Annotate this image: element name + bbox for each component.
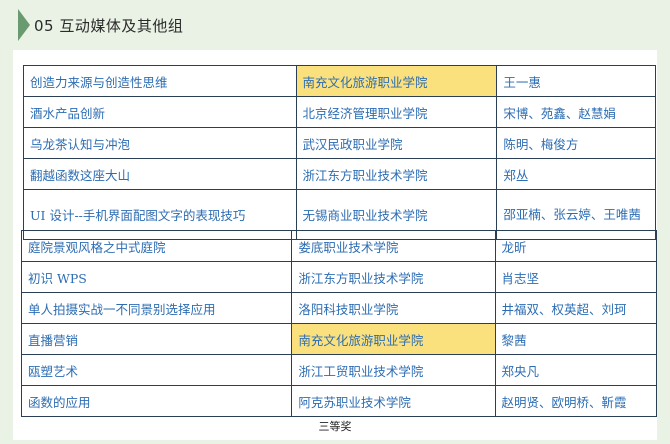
table-row: 翻越函数这座大山 浙江东方职业技术学院 郑丛 bbox=[23, 158, 656, 190]
section-header: 05 互动媒体及其他组 bbox=[18, 9, 184, 41]
authors-cell: 赵明贤、欧明桥、靳霞 bbox=[494, 385, 658, 417]
topic-cell: 庭院景观风格之中式庭院 bbox=[20, 230, 293, 262]
authors-cell: 龙昕 bbox=[494, 230, 658, 262]
school-cell: 北京经济管理职业学院 bbox=[295, 96, 498, 128]
school-cell: 南充文化旅游职业学院 bbox=[291, 323, 496, 355]
authors-cell: 井福双、权英超、刘珂 bbox=[494, 292, 658, 324]
section-title: 05 互动媒体及其他组 bbox=[34, 16, 184, 35]
authors-cell: 王一惠 bbox=[496, 65, 656, 97]
school-cell: 浙江工贸职业技术学院 bbox=[291, 354, 496, 386]
table-row: 乌龙茶认知与冲泡 武汉民政职业学院 陈明、梅俊方 bbox=[23, 127, 656, 159]
section-marker-icon bbox=[18, 9, 30, 41]
authors-cell: 陈明、梅俊方 bbox=[496, 127, 656, 159]
authors-cell: 郑丛 bbox=[496, 158, 656, 190]
topic-cell: 直播营销 bbox=[20, 323, 293, 355]
school-cell: 南充文化旅游职业学院 bbox=[295, 65, 498, 97]
table-row: 直播营销 南充文化旅游职业学院 黎茜 bbox=[20, 323, 658, 355]
awards-table-top: 创造力来源与创造性思维 南充文化旅游职业学院 王一惠 酒水产品创新 北京经济管理… bbox=[23, 65, 656, 240]
topic-cell: 单人拍摄实战一不同景别选择应用 bbox=[20, 292, 293, 324]
table-row: 单人拍摄实战一不同景别选择应用 洛阳科技职业学院 井福双、权英超、刘珂 bbox=[20, 292, 658, 324]
topic-cell: 创造力来源与创造性思维 bbox=[23, 65, 297, 97]
topic-cell: 翻越函数这座大山 bbox=[23, 158, 297, 190]
authors-cell: 宋博、苑鑫、赵慧娟 bbox=[496, 96, 656, 128]
table-row: 函数的应用 阿克苏职业技术学院 赵明贤、欧明桥、靳霞 bbox=[20, 385, 658, 417]
topic-cell: 瓯塑艺术 bbox=[20, 354, 293, 386]
school-cell: 浙江东方职业技术学院 bbox=[291, 261, 496, 293]
table-row: 创造力来源与创造性思维 南充文化旅游职业学院 王一惠 bbox=[23, 65, 656, 97]
school-cell: 武汉民政职业学院 bbox=[295, 127, 498, 159]
topic-cell: 乌龙茶认知与冲泡 bbox=[23, 127, 297, 159]
awards-table-bottom: 庭院景观风格之中式庭院 娄底职业技术学院 龙昕 初识 WPS 浙江东方职业技术学… bbox=[20, 230, 658, 417]
authors-cell: 郑央凡 bbox=[494, 354, 658, 386]
table-row: 瓯塑艺术 浙江工贸职业技术学院 郑央凡 bbox=[20, 354, 658, 386]
table-row: 庭院景观风格之中式庭院 娄底职业技术学院 龙昕 bbox=[20, 230, 658, 262]
school-cell: 浙江东方职业技术学院 bbox=[295, 158, 498, 190]
topic-cell: 酒水产品创新 bbox=[23, 96, 297, 128]
award-level-label: 三等奖 bbox=[318, 420, 352, 433]
topic-cell: 初识 WPS bbox=[20, 261, 293, 293]
authors-cell: 肖志坚 bbox=[494, 261, 658, 293]
topic-cell: 函数的应用 bbox=[20, 385, 293, 417]
school-cell: 洛阳科技职业学院 bbox=[291, 292, 496, 324]
school-cell: 阿克苏职业技术学院 bbox=[291, 385, 496, 417]
school-cell: 娄底职业技术学院 bbox=[291, 230, 496, 262]
authors-cell: 黎茜 bbox=[494, 323, 658, 355]
table-row: 酒水产品创新 北京经济管理职业学院 宋博、苑鑫、赵慧娟 bbox=[23, 96, 656, 128]
table-row: 初识 WPS 浙江东方职业技术学院 肖志坚 bbox=[20, 261, 658, 293]
